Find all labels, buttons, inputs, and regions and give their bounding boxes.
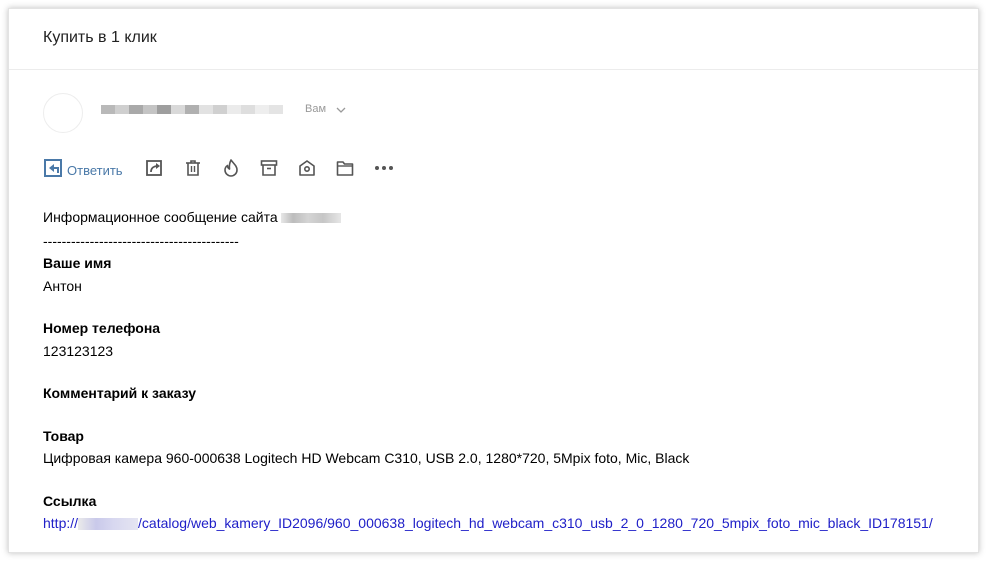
link-path: /catalog/web_kamery_ID2096/960_000638_lo… xyxy=(138,515,933,531)
separator-line: ----------------------------------------… xyxy=(43,233,239,249)
product-link[interactable]: http:// /catalog/web_kamery_ID2096/960_00… xyxy=(43,515,933,531)
forward-icon xyxy=(145,158,165,183)
site-name-redacted xyxy=(280,213,341,223)
move-button[interactable] xyxy=(297,159,317,181)
field-label-comment: Комментарий к заказу xyxy=(43,385,196,401)
archive-button[interactable] xyxy=(259,159,279,181)
reply-button[interactable]: Ответить xyxy=(43,158,123,183)
field-label-link: Ссылка xyxy=(43,493,97,509)
delete-icon xyxy=(183,158,203,183)
spam-button[interactable] xyxy=(221,158,241,183)
field-value-name: Антон xyxy=(43,278,82,294)
field-label-phone: Номер телефона xyxy=(43,320,161,336)
reply-label: Ответить xyxy=(67,162,123,178)
sender-name-redacted[interactable] xyxy=(101,104,289,115)
archive-icon xyxy=(259,158,279,183)
email-subject: Купить в 1 клик xyxy=(43,29,157,46)
folder-button[interactable] xyxy=(335,159,355,181)
intro-text: Информационное сообщение сайта xyxy=(43,209,278,225)
link-domain-redacted xyxy=(78,518,139,530)
product-link-anchor[interactable]: http:// /catalog/web_kamery_ID2096/960_00… xyxy=(43,515,933,531)
avatar[interactable] xyxy=(43,93,83,133)
field-value-phone: 123123123 xyxy=(43,343,114,359)
more-button[interactable] xyxy=(373,159,395,181)
intro-line: Информационное сообщение сайта xyxy=(43,209,341,225)
reply-icon xyxy=(43,158,63,183)
link-prefix: http:// xyxy=(43,515,79,531)
more-icon xyxy=(373,158,395,183)
move-icon xyxy=(297,158,317,183)
recipient-label[interactable]: Вам xyxy=(305,103,326,115)
email-header: Купить в 1 клик xyxy=(9,9,978,70)
email-window: Купить в 1 клик Вам Ответить Информацион… xyxy=(8,8,979,553)
message-toolbar: Ответить xyxy=(43,158,463,183)
spam-icon xyxy=(221,158,241,183)
forward-button[interactable] xyxy=(145,159,165,181)
folder-icon xyxy=(335,158,355,183)
field-value-product: Цифровая камера 960-000638 Logitech HD W… xyxy=(43,450,690,466)
field-label-product: Товар xyxy=(43,428,84,444)
delete-button[interactable] xyxy=(183,159,203,181)
chevron-down-icon[interactable] xyxy=(335,103,347,121)
field-label-name: Ваше имя xyxy=(43,255,112,271)
